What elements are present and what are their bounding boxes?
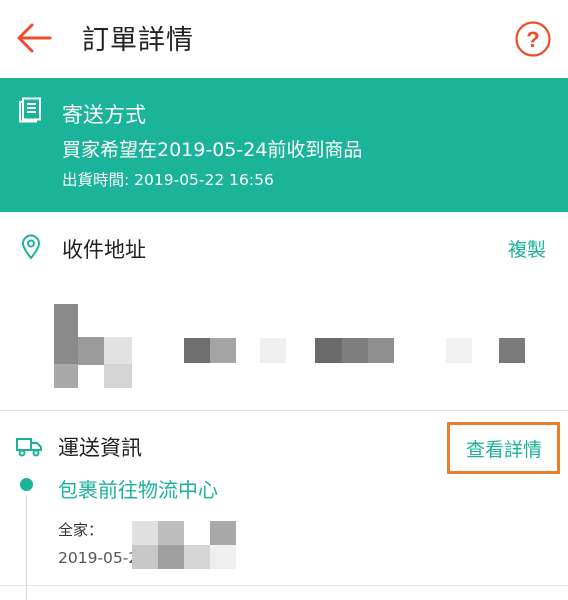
arrow-left-icon — [17, 23, 52, 53]
redacted-block — [499, 338, 525, 363]
logistics-section: 運送資訊 查看詳情 包裹前往物流中心 全家： 2019-05-22 19: — [0, 411, 568, 600]
redacted-block — [210, 521, 236, 545]
page-title: 訂單詳情 — [82, 25, 194, 56]
bottom-divider — [0, 585, 568, 586]
document-icon — [18, 97, 42, 123]
redacted-block — [184, 338, 210, 363]
redacted-block — [132, 545, 158, 569]
logistics-title: 運送資訊 — [58, 436, 142, 460]
copy-address-button[interactable]: 複製 — [508, 235, 546, 262]
app-header: 訂單詳情 ? — [0, 0, 568, 78]
ship-time-text: 出貨時間: 2019-05-22 16:56 — [62, 171, 274, 189]
redacted-block — [210, 338, 236, 363]
redacted-block — [315, 338, 342, 363]
redacted-block — [184, 545, 210, 569]
redacted-block — [342, 338, 368, 363]
redacted-block — [158, 545, 184, 569]
view-details-label: 查看詳情 — [466, 439, 543, 461]
timeline-dot — [20, 478, 33, 491]
location-pin-icon — [20, 234, 42, 260]
help-button[interactable]: ? — [514, 20, 552, 58]
redacted-block — [104, 364, 132, 388]
view-details-button[interactable]: 查看詳情 — [447, 422, 560, 474]
redacted-block — [54, 364, 78, 388]
redacted-block — [54, 304, 78, 364]
redacted-block — [78, 337, 104, 365]
address-title: 收件地址 — [62, 238, 146, 262]
truck-icon — [16, 437, 42, 457]
back-button[interactable] — [14, 20, 54, 56]
address-section: 收件地址 複製 — [0, 212, 568, 410]
redacted-block — [260, 338, 286, 363]
redacted-block — [368, 338, 394, 363]
svg-text:?: ? — [526, 27, 539, 52]
question-circle-icon: ? — [515, 21, 551, 57]
tracking-status: 包裹前往物流中心 — [58, 478, 218, 502]
tracking-carrier: 全家： — [58, 521, 104, 539]
redacted-block — [158, 521, 184, 545]
expected-delivery-text: 買家希望在2019-05-24前收到商品 — [62, 139, 363, 161]
redacted-block — [210, 545, 236, 569]
shipping-method-title: 寄送方式 — [62, 103, 146, 127]
shipping-method-banner: 寄送方式 買家希望在2019-05-24前收到商品 出貨時間: 2019-05-… — [0, 78, 568, 212]
redacted-block — [104, 337, 132, 364]
redacted-block — [132, 521, 158, 545]
redacted-block — [446, 338, 472, 363]
